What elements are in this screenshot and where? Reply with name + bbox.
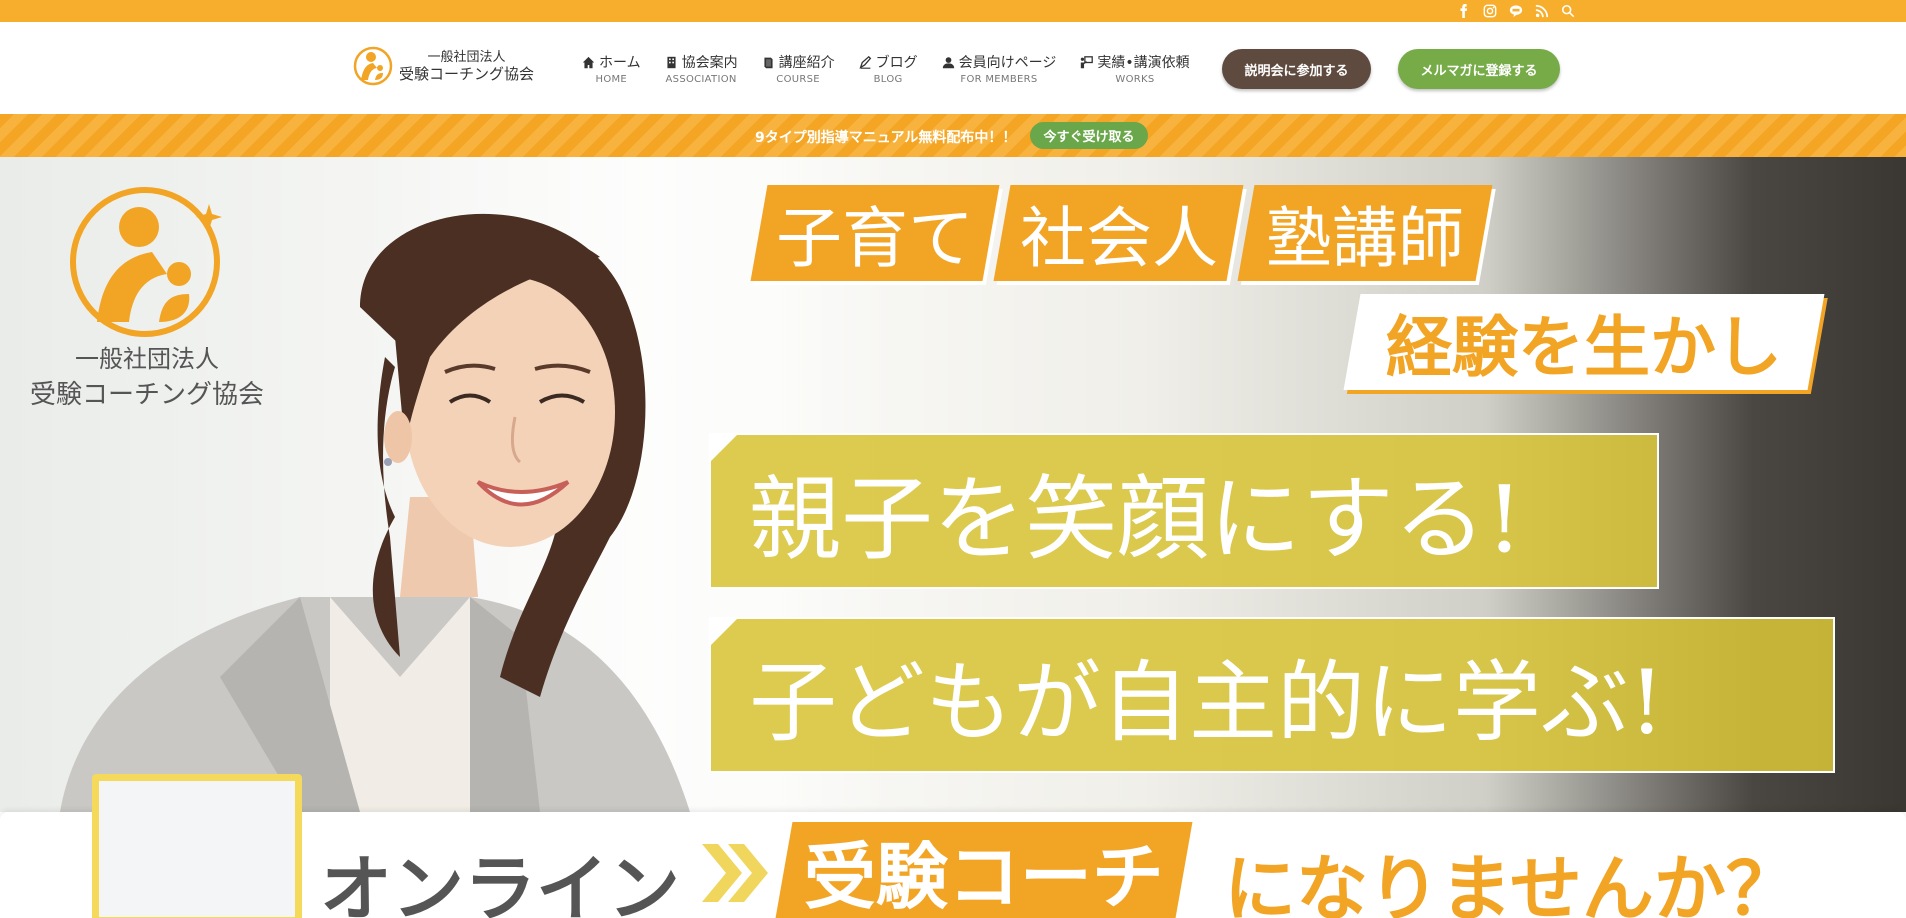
nav-sub-label: BLOG [873, 74, 903, 85]
nav-sub-label: COURSE [776, 74, 820, 85]
nav-sub-label: ASSOCIATION [665, 74, 737, 85]
nav-item-works[interactable]: 実績•講演依頼 WORKS [1080, 52, 1190, 85]
nav-label: ブログ [875, 55, 918, 71]
pen-icon [859, 55, 871, 69]
hero-banner: 一般社団法人 受験コーチング協会 子育て 社会人 塾講師 経験を生かし 親子を笑… [0, 157, 1906, 812]
book-icon [764, 57, 773, 68]
nav-sub-label: WORKS [1115, 74, 1155, 85]
bottom-coach-text: 受験コーチ [803, 834, 1164, 918]
nav-sub-label: HOME [595, 74, 628, 85]
hero-experience-text: 経験を生かし [1386, 309, 1782, 386]
bottom-question-text: になりませんか？ [1224, 847, 1798, 918]
hero-headline-2: 子どもが自主的に学ぶ! [709, 617, 1835, 773]
nav-item-members[interactable]: 会員向けページ FOR MEMBERS [942, 52, 1057, 85]
hero-logo-mark-icon [70, 187, 222, 337]
nav-label: 協会案内 [681, 55, 738, 71]
hero-tag-working-adult: 社会人 [993, 185, 1244, 281]
brand-line-2: 受験コーチング協会 [399, 65, 535, 83]
site-logo[interactable]: 一般社団法人 受験コーチング協会 [353, 46, 534, 86]
hero-headline-2-text: 子どもが自主的に学ぶ! [749, 650, 1665, 754]
hero-headline-1-text: 親子を笑顔にする! [749, 465, 1523, 573]
nav-label: 講座紹介 [778, 55, 835, 71]
nav-label: ホーム [599, 55, 641, 71]
hero-tag-text: 子育て [776, 200, 974, 277]
bottom-online-text: オンライン [320, 847, 681, 918]
seminar-button[interactable]: 説明会に参加する [1222, 49, 1371, 89]
nav-sub-label: FOR MEMBERS [960, 74, 1038, 85]
line-icon[interactable] [1508, 3, 1524, 19]
nav-item-blog[interactable]: ブログ BLOG [859, 52, 918, 85]
hero-experience-banner: 経験を生かし [1343, 294, 1825, 390]
double-chevron-icon [700, 842, 770, 904]
hero-tag-parenting: 子育て [750, 185, 1000, 281]
top-bar [0, 0, 1906, 22]
main-nav: ホーム HOME 協会案内 ASSOCIATION 講座紹介 COURSE ブロ… [582, 52, 1190, 85]
bottom-coach-tag: 受験コーチ [775, 822, 1193, 918]
building-icon [667, 56, 676, 68]
announcement-text: 9タイプ別指導マニュアル無料配布中！！ [755, 130, 1017, 146]
nav-label: 会員向けページ [958, 55, 1057, 71]
presentation-icon [1081, 55, 1094, 68]
newsletter-button[interactable]: メルマガに登録する [1398, 49, 1560, 89]
instagram-icon[interactable] [1482, 3, 1498, 19]
corner-fold [709, 617, 739, 647]
brand-text: 一般社団法人 受験コーチング協会 [399, 49, 534, 83]
rss-icon[interactable] [1534, 3, 1550, 19]
search-icon[interactable] [1560, 3, 1576, 19]
laptop-image [92, 774, 302, 918]
brand-line-1: 一般社団法人 [427, 50, 506, 65]
site-header: 一般社団法人 受験コーチング協会 ホーム HOME 協会案内 ASSOCIATI… [0, 22, 1906, 114]
hero-tag-text: 塾講師 [1266, 200, 1464, 277]
home-icon [582, 56, 595, 68]
hero-logo-line-1: 一般社団法人 [75, 345, 219, 373]
user-icon [942, 56, 954, 68]
bottom-headline-card: オンライン 受験コーチ になりませんか？ [0, 774, 1906, 918]
corner-fold [709, 433, 739, 463]
hero-tag-text: 社会人 [1019, 200, 1218, 277]
announcement-bar: 9タイプ別指導マニュアル無料配布中！！ 今すぐ受け取る [0, 114, 1906, 157]
hero-logo-line-2: 受験コーチング協会 [30, 380, 265, 410]
nav-label: 実績•講演依頼 [1097, 55, 1190, 71]
social-links [1456, 3, 1576, 19]
nav-item-association[interactable]: 協会案内 ASSOCIATION [665, 52, 738, 85]
announcement-cta-button[interactable]: 今すぐ受け取る [1030, 122, 1148, 149]
facebook-icon[interactable] [1456, 3, 1472, 19]
hero-headline-1: 親子を笑顔にする! [709, 433, 1659, 589]
nav-item-course[interactable]: 講座紹介 COURSE [762, 52, 835, 85]
logo-mark-icon [353, 46, 393, 86]
hero-tag-cram-teacher: 塾講師 [1237, 185, 1493, 281]
hero-logo: 一般社団法人 受験コーチング協会 [30, 182, 264, 411]
nav-item-home[interactable]: ホーム HOME [582, 52, 641, 85]
